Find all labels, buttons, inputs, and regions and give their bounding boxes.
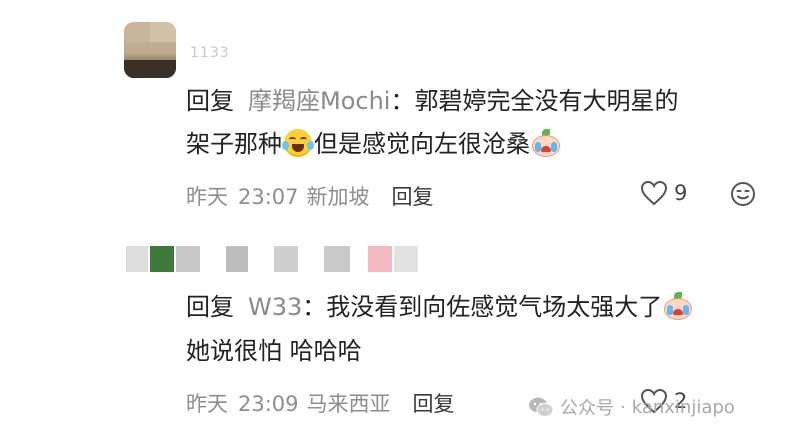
reply-button[interactable]: 回复 — [413, 392, 455, 416]
watermark-account: kanxinjiapo — [631, 396, 735, 418]
timestamp-time: 23:07 — [238, 185, 299, 209]
heart-icon — [640, 180, 668, 206]
location: 马来西亚 — [306, 392, 391, 416]
timestamp-day: 昨天 — [186, 392, 228, 416]
timestamp-time: 23:09 — [238, 392, 299, 416]
watermark-platform: 公众号 — [560, 398, 614, 419]
crying-emoji — [664, 292, 693, 320]
like-count: 9 — [674, 181, 688, 205]
comment-text-line-2: 她说很怕 哈哈哈 — [186, 337, 362, 365]
reply-label: 回复 — [186, 293, 234, 321]
location: 新加坡 — [306, 185, 370, 209]
comment-meta: 昨天 23:07 新加坡 回复 — [186, 181, 434, 211]
reply-label: 回复 — [186, 87, 234, 115]
comment-text-line-2: 架子那种 但是感觉向左很沧桑 — [186, 127, 562, 161]
comment-text: 我没看到向佐感觉气场太强大了 — [326, 293, 663, 321]
comment-text-line-1: 回复 W33：我没看到向佐感觉气场太强大了 — [186, 290, 694, 324]
crying-emoji — [532, 129, 560, 157]
timestamp-day: 昨天 — [186, 185, 228, 209]
emoji-reaction-icon[interactable] — [730, 181, 756, 207]
comment-text-line-1: 回复 摩羯座Mochi：郭碧婷完全没有大明星的 — [186, 87, 679, 115]
reply-to-username[interactable]: 摩羯座Mochi — [248, 87, 390, 115]
comment-text: 郭碧婷完全没有大明星的 — [414, 87, 679, 115]
like-button[interactable]: 9 — [640, 180, 687, 206]
username[interactable]: 1133 — [190, 45, 230, 61]
reply-to-username[interactable]: W33 — [248, 293, 302, 321]
watermark: 公众号 · kanxinjiapo — [528, 394, 735, 420]
comment-thread: 1133 回复 摩羯座Mochi：郭碧婷完全没有大明星的 架子那种 但是感觉向左很沧… — [0, 0, 800, 440]
wechat-icon — [529, 397, 554, 417]
comment-meta: 昨天 23:09 马来西亚 回复 — [186, 388, 455, 418]
reply-button[interactable]: 回复 — [392, 185, 434, 209]
watermark-separator: · — [620, 396, 626, 418]
laughing-tears-emoji — [282, 129, 314, 157]
avatar[interactable] — [124, 22, 176, 78]
